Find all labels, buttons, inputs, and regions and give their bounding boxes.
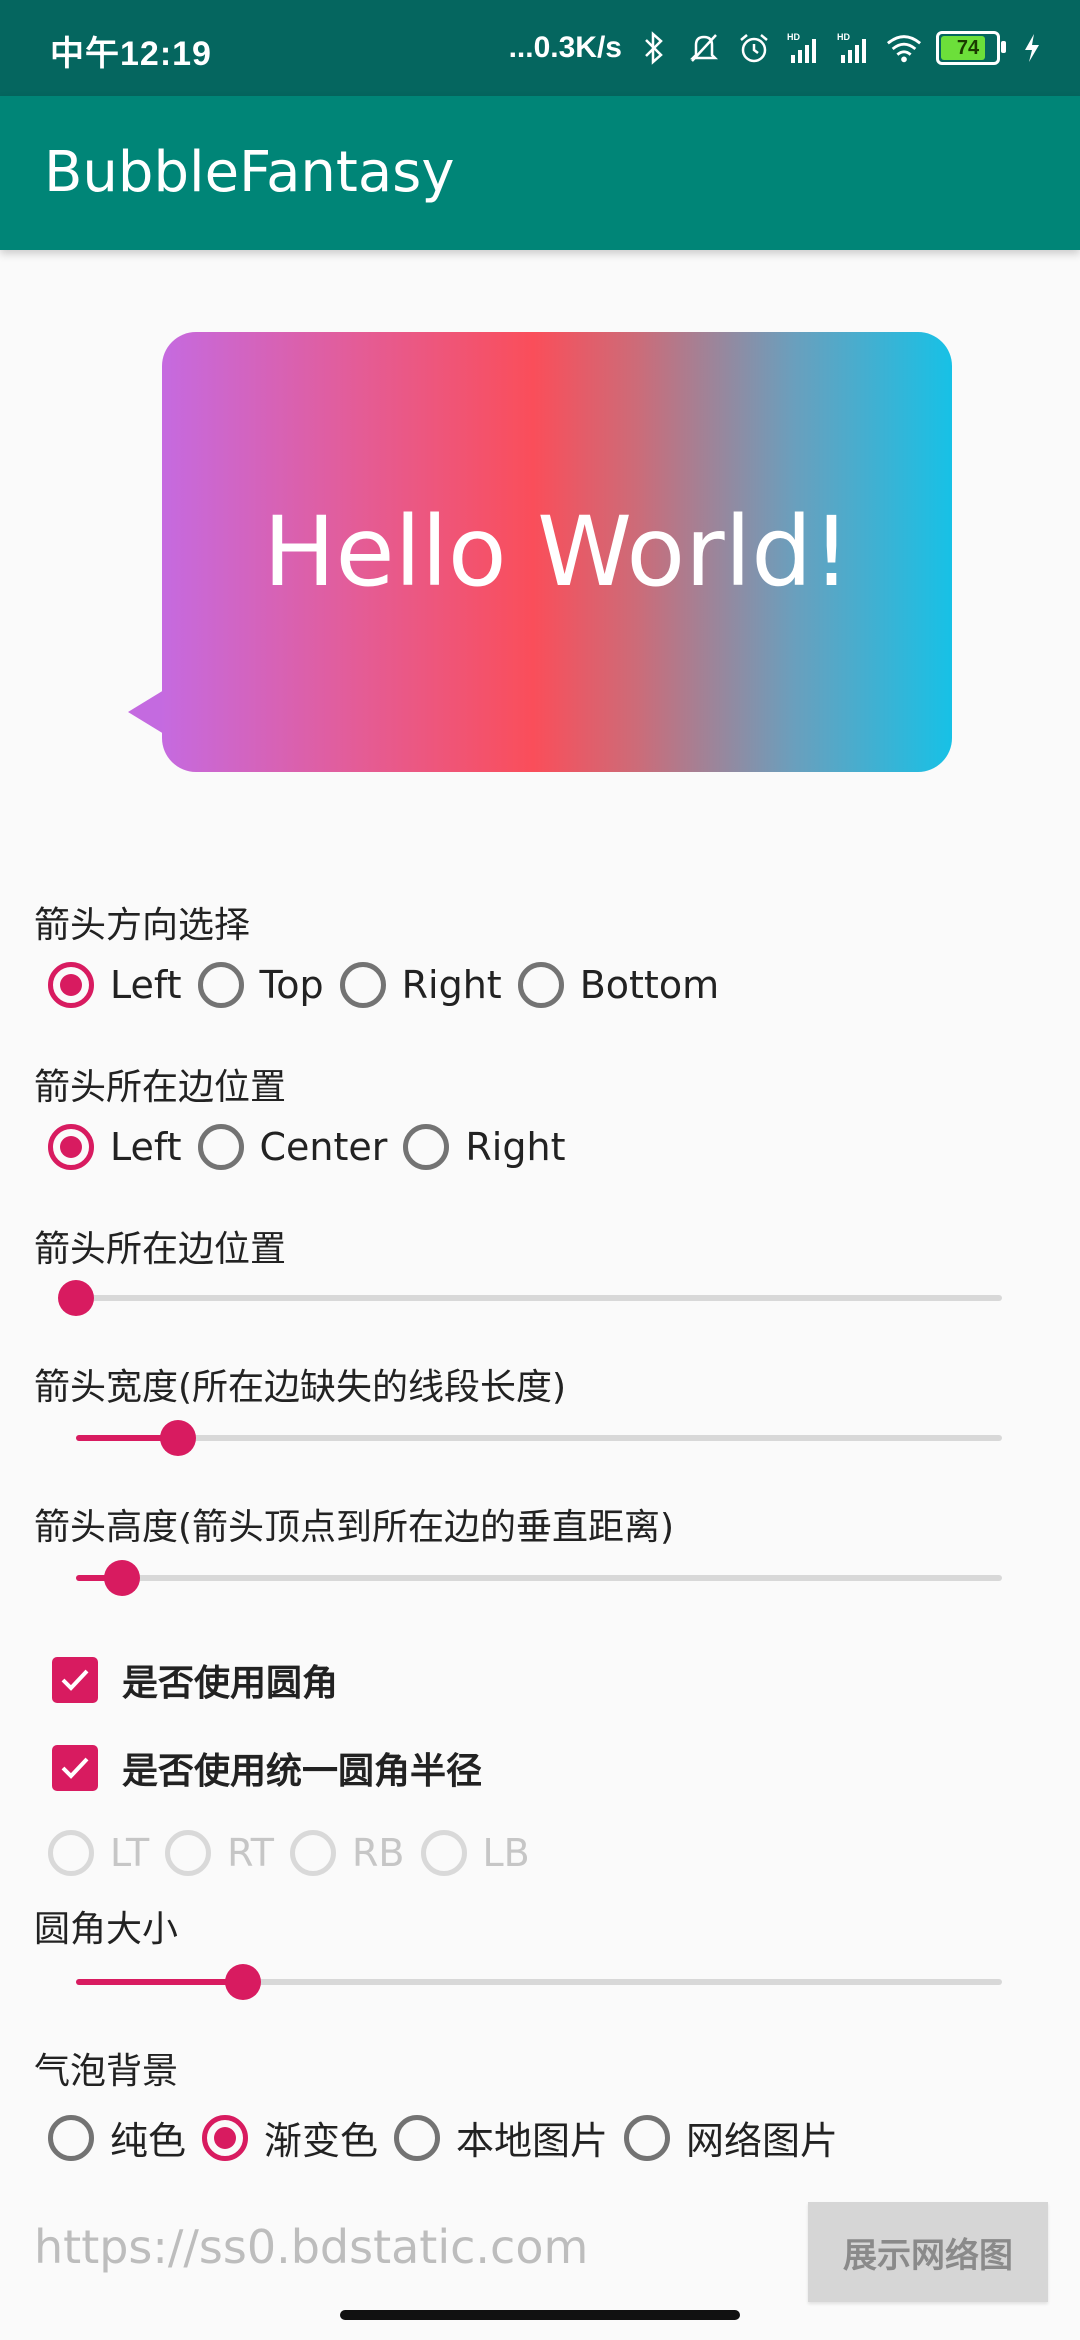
radio-label: 本地图片: [456, 2119, 609, 2163]
image-url-input[interactable]: https://ss0.bdstatic.com: [34, 2220, 794, 2290]
home-indicator[interactable]: [340, 2310, 740, 2320]
bubble-preview: Hello World!: [128, 332, 964, 776]
radio-indicator: [517, 962, 564, 1008]
svg-text:HD: HD: [837, 32, 850, 42]
radio-edge-left[interactable]: Left: [48, 1124, 182, 1170]
slider-thumb[interactable]: [104, 1560, 141, 1596]
network-speed: ...0.3K/s: [508, 31, 622, 64]
radio-label: Top: [259, 963, 324, 1007]
bluetooth-icon: [636, 30, 672, 66]
radio-corner-rt: RT: [165, 1830, 274, 1876]
battery-icon: 74: [936, 31, 1006, 65]
radio-indicator: [48, 2114, 94, 2161]
radio-indicator: [165, 1830, 212, 1876]
radio-label: Right: [401, 963, 502, 1007]
radio-indicator: [202, 2114, 249, 2161]
radio-label: 渐变色: [264, 2119, 379, 2163]
radio-direction-left[interactable]: Left: [48, 962, 182, 1008]
radio-corner-rb: RB: [290, 1830, 405, 1876]
radio-indicator: [624, 2114, 671, 2161]
slider-thumb[interactable]: [224, 1964, 261, 2000]
app-title: BubbleFantasy: [44, 140, 455, 205]
use-corner-label: 是否使用圆角: [122, 1663, 339, 1704]
corner-size-slider-label: 圆角大小: [34, 1909, 179, 1950]
checkbox-checked-icon: [52, 1657, 98, 1703]
radio-bg-solid[interactable]: 纯色: [48, 2110, 186, 2165]
slider-track: [76, 1295, 1002, 1301]
arrow-height-slider[interactable]: [76, 1558, 1002, 1598]
radio-label: Left: [110, 1125, 182, 1169]
radio-label: LB: [482, 1831, 530, 1875]
bubble-background-label: 气泡背景: [34, 2051, 179, 2092]
radio-bg-gradient[interactable]: 渐变色: [202, 2110, 378, 2165]
edge-position-slider-label: 箭头所在边位置: [34, 1229, 287, 1270]
wifi-icon: [886, 30, 922, 66]
radio-label: Center: [259, 1125, 388, 1169]
radio-indicator: [197, 962, 244, 1008]
radio-label: 网络图片: [686, 2119, 839, 2163]
mute-icon: [686, 30, 722, 66]
radio-bg-local-image[interactable]: 本地图片: [394, 2110, 608, 2165]
bubble-body: Hello World!: [162, 332, 952, 772]
radio-direction-right[interactable]: Right: [339, 962, 502, 1008]
radio-indicator: [420, 1830, 467, 1876]
radio-indicator: [48, 1830, 94, 1876]
signal-hd-icon: HD: [836, 30, 872, 66]
edge-position-slider[interactable]: [58, 1278, 1002, 1318]
slider-thumb[interactable]: [159, 1420, 196, 1456]
radio-corner-lb: LB: [420, 1830, 530, 1876]
radio-edge-center[interactable]: Center: [197, 1124, 388, 1170]
arrow-height-slider-label: 箭头高度(箭头顶点到所在边的垂直距离): [34, 1507, 675, 1548]
bubble-arrow: [128, 690, 164, 734]
use-corner-checkbox[interactable]: 是否使用圆角: [52, 1654, 338, 1706]
alarm-icon: [736, 30, 772, 66]
slider-track: [76, 1435, 1002, 1441]
radio-corner-lt: LT: [48, 1830, 149, 1876]
radio-label: Bottom: [579, 963, 720, 1007]
corner-options-group: LT RT RB LB: [48, 1830, 546, 1876]
status-bar: 中午12:19 ...0.3K/s HD HD 74: [0, 0, 1080, 96]
bubble-background-group: 纯色 渐变色 本地图片 网络图片: [48, 2110, 854, 2165]
radio-indicator: [394, 2114, 441, 2161]
use-uniform-radius-label: 是否使用统一圆角半径: [122, 1751, 483, 1792]
radio-indicator: [339, 962, 386, 1008]
bubble-text: Hello World!: [263, 496, 851, 608]
slider-track: [76, 1575, 1002, 1581]
radio-edge-right[interactable]: Right: [403, 1124, 565, 1170]
arrow-edge-position-label: 箭头所在边位置: [34, 1067, 287, 1108]
radio-indicator: [290, 1830, 337, 1876]
radio-indicator: [197, 1124, 244, 1170]
slider-active-track: [76, 1979, 243, 1985]
arrow-edge-position-group: Left Center Right: [48, 1124, 581, 1170]
arrow-direction-group: Left Top Right Bottom: [48, 962, 735, 1008]
arrow-direction-label: 箭头方向选择: [34, 905, 251, 946]
radio-direction-top[interactable]: Top: [197, 962, 324, 1008]
radio-label: Right: [465, 1125, 566, 1169]
radio-bg-network-image[interactable]: 网络图片: [624, 2110, 838, 2165]
arrow-width-slider-label: 箭头宽度(所在边缺失的线段长度): [34, 1367, 567, 1408]
radio-label: RB: [352, 1831, 405, 1875]
slider-thumb[interactable]: [58, 1280, 94, 1316]
status-icons: ...0.3K/s HD HD 74: [509, 22, 1050, 74]
status-time: 中午12:19: [50, 35, 212, 73]
radio-indicator: [48, 962, 94, 1008]
radio-indicator: [403, 1124, 450, 1170]
radio-label: 纯色: [110, 2119, 187, 2163]
checkbox-checked-icon: [52, 1745, 98, 1791]
signal-hd-icon: HD: [786, 30, 822, 66]
arrow-width-slider[interactable]: [76, 1418, 1002, 1458]
corner-size-slider[interactable]: [76, 1962, 1002, 2002]
battery-level: 74: [956, 36, 980, 59]
show-network-image-button[interactable]: 展示网络图: [808, 2202, 1048, 2302]
radio-direction-bottom[interactable]: Bottom: [517, 962, 720, 1008]
radio-label: RT: [227, 1831, 275, 1875]
radio-label: LT: [110, 1831, 150, 1875]
use-uniform-radius-checkbox[interactable]: 是否使用统一圆角半径: [52, 1742, 482, 1794]
app-bar: BubbleFantasy: [0, 96, 1080, 250]
radio-label: Left: [110, 963, 182, 1007]
svg-text:HD: HD: [787, 32, 800, 42]
charging-icon: [1014, 30, 1050, 66]
radio-indicator: [48, 1124, 94, 1170]
